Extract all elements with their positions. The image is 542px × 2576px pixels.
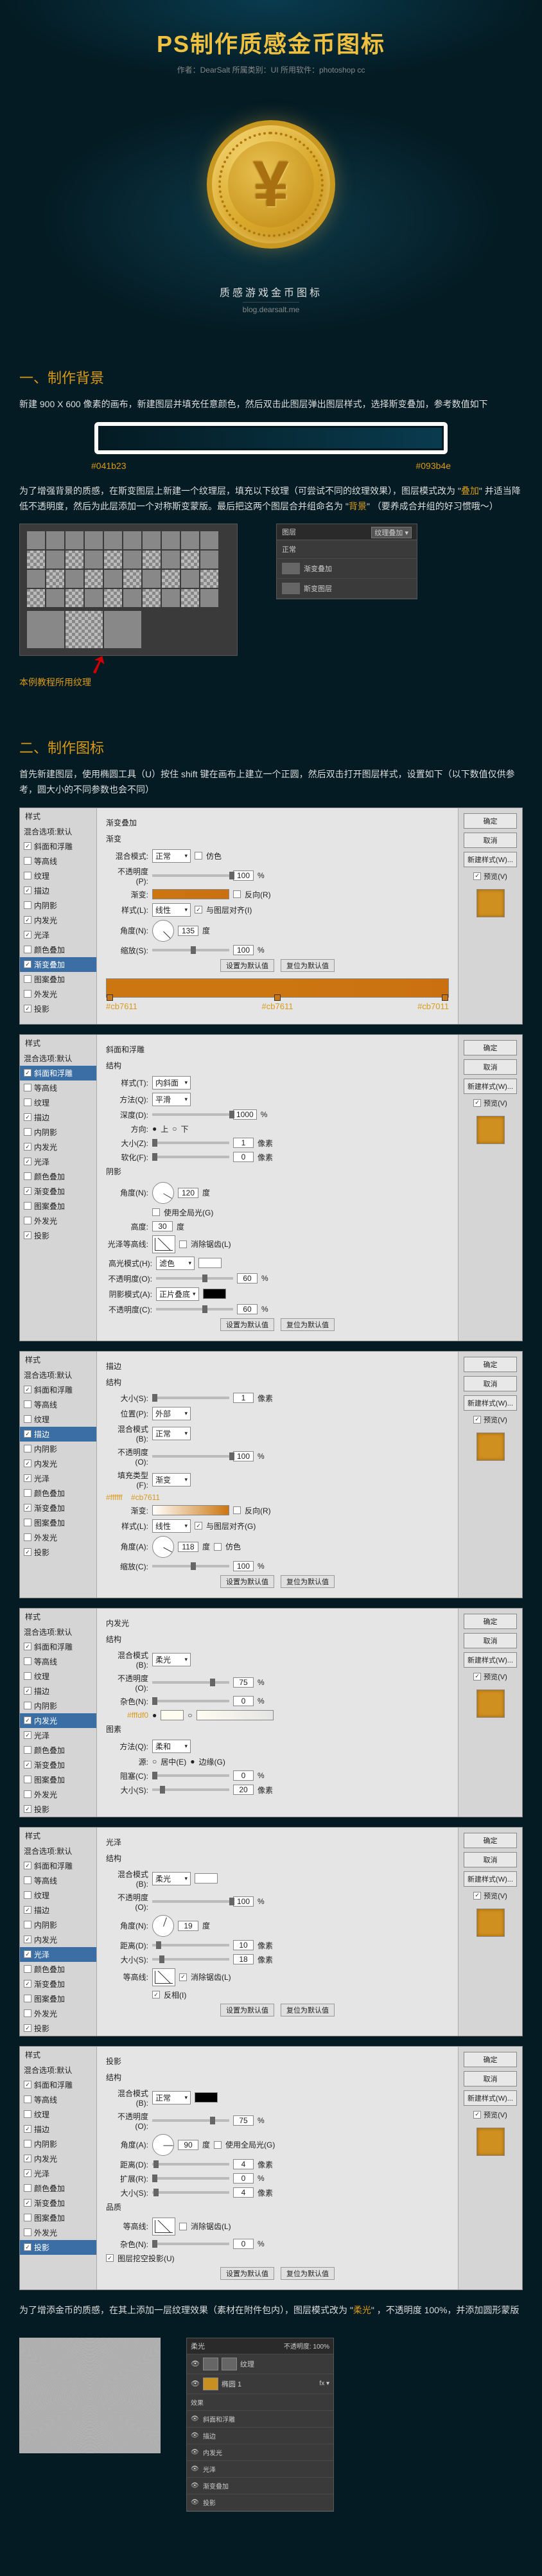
final-row: 柔光不透明度: 100% 👁纹理 👁椭圆 1fx ▾ 效果 👁斜面和浮雕 👁描边…: [0, 2338, 542, 2537]
section-2-title: 二、制作图标: [19, 737, 523, 757]
grad-overlay-btn[interactable]: 纹理叠加 ▾: [371, 527, 412, 538]
hero-section: ¥ 质感游戏金币图标 blog.dearsalt.me: [0, 82, 542, 354]
section-1-p1: 新建 900 X 600 像素的画布，新建图层并填充任意颜色，然后双击此图层弹出…: [19, 397, 523, 412]
angle-dial[interactable]: [152, 920, 174, 942]
layers-mini-header: 图层 纹理叠加 ▾: [277, 524, 417, 540]
section-1-p2: 为了增强背景的质感，在斯变图层上新建一个纹理层，填充以下纹理（可尝试不同的纹理效…: [19, 484, 523, 515]
section-2-p1: 首先新建图层，使用椭圆工具（U）按住 shift 键在画布上建立一个正圆，然后双…: [19, 767, 523, 798]
opacity-slider[interactable]: [152, 874, 229, 877]
ls-left: 样式 混合选项:默认 斜面和浮雕 等高线 纹理 描边 内阴影 内发光 光泽 颜色…: [20, 808, 97, 1024]
checkbox-icon[interactable]: [24, 842, 31, 850]
page-subtitle: 作者：DearSalt 所属类别：UI 所用软件：photoshop cc: [0, 64, 542, 75]
new-style-button[interactable]: 新建样式(W)...: [464, 852, 517, 867]
coin-symbol: ¥: [228, 141, 314, 227]
layerstyle-inner-glow: 样式 混合选项:默认 斜面和浮雕 等高线 纹理 描边 内阴影 内发光 光泽 颜色…: [19, 1608, 523, 1817]
preview-swatch: [476, 889, 505, 917]
ok-button[interactable]: 确定: [464, 813, 517, 829]
layerstyle-stroke: 样式 混合选项:默认 斜面和浮雕 等高线 纹理 描边 内阴影 内发光 光泽 颜色…: [19, 1351, 523, 1598]
coin-caption: 质感游戏金币图标: [0, 284, 542, 299]
restore-btn[interactable]: 复位为默认值: [281, 959, 335, 972]
noise-texture-sample: [19, 2338, 161, 2453]
layerstyle-drop-shadow: 样式 混合选项:默认 斜面和浮雕 等高线 纹理 描边 内阴影 内发光 光泽 颜色…: [19, 2046, 523, 2290]
after-paragraph: 为了增添金币的质感，在其上添加一层纹理效果（素材在附件包内），图层模式改为 "柔…: [19, 2303, 523, 2318]
texture-panel: 本例教程所用纹理 ➚ 图层 纹理叠加 ▾ 正常 渐变叠加 斯变图层: [19, 524, 523, 692]
eye-icon[interactable]: 👁: [191, 2360, 200, 2368]
layers-mini-panel: 图层 纹理叠加 ▾ 正常 渐变叠加 斯变图层: [276, 524, 417, 599]
gradient-editor: #cb7611#cb7611#cb7011: [106, 978, 449, 1011]
cancel-button[interactable]: 取消: [464, 833, 517, 848]
contour-picker[interactable]: [152, 1235, 175, 1253]
coin-graphic: ¥: [207, 120, 335, 249]
texture-label: 本例教程所用纹理 ➚: [19, 662, 238, 692]
layerstyle-bevel: 样式 混合选项:默认 斜面和浮雕 等高线 纹理 描边 内阴影 内发光 光泽 颜色…: [19, 1034, 523, 1341]
gradient-labels: #041b23 #093b4e: [91, 461, 451, 471]
layerstyle-satin: 样式 混合选项:默认 斜面和浮雕 等高线 纹理 描边 内阴影 内发光 光泽 颜色…: [19, 1827, 523, 2036]
section-1-title: 一、制作背景: [19, 367, 523, 387]
layerstyle-gradient-overlay: 样式 混合选项:默认 斜面和浮雕 等高线 纹理 描边 内阴影 内发光 光泽 颜色…: [19, 807, 523, 1025]
header: PS制作质感金币图标 作者：DearSalt 所属类别：UI 所用软件：phot…: [0, 0, 542, 82]
coin-url: blog.dearsalt.me: [243, 302, 300, 314]
grad-left-label: #041b23: [91, 461, 127, 471]
section-1: 一、制作背景 新建 900 X 600 像素的画布，新建图层并填充任意颜色，然后…: [0, 354, 542, 724]
layer-1[interactable]: 渐变叠加: [304, 563, 332, 574]
grad-right-label: #093b4e: [415, 461, 451, 471]
page: PS制作质感金币图标 作者：DearSalt 所属类别：UI 所用软件：phot…: [0, 0, 542, 2537]
texture-grid: [19, 524, 238, 656]
page-title: PS制作质感金币图标: [0, 26, 542, 59]
blend-mode-label: 正常: [282, 544, 296, 554]
reset-btn[interactable]: 设置为默认值: [220, 959, 274, 972]
section-2: 二、制作图标 首先新建图层，使用椭圆工具（U）按住 shift 键在画布上建立一…: [0, 724, 542, 2337]
blendmode-dropdown[interactable]: 正常: [152, 849, 191, 863]
layers-panel: 柔光不透明度: 100% 👁纹理 👁椭圆 1fx ▾ 效果 👁斜面和浮雕 👁描边…: [186, 2338, 334, 2512]
gradient-sample: [94, 422, 448, 454]
layer-2[interactable]: 斯变图层: [304, 583, 332, 594]
gradient-picker[interactable]: [152, 889, 229, 899]
